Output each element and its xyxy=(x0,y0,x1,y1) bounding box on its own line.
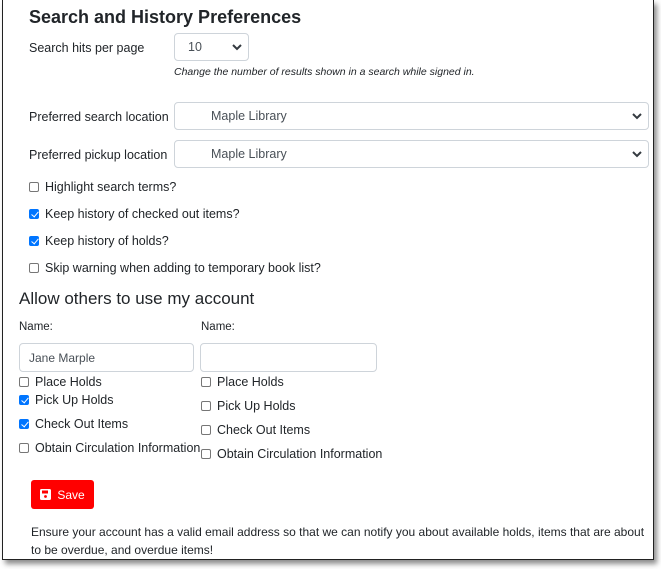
option-keep-holds-history[interactable]: Keep history of holds? xyxy=(29,234,169,248)
proxy-1-name-value: Jane Marple xyxy=(29,350,96,365)
permission-label: Pick Up Holds xyxy=(35,393,114,407)
hits-per-page-label: Search hits per page xyxy=(29,41,145,55)
pickup-location-label: Preferred pickup location xyxy=(29,148,168,162)
proxy-2-check-out-items[interactable]: Check Out Items xyxy=(201,423,310,437)
permission-label: Check Out Items xyxy=(35,417,129,431)
proxy-2-place-holds[interactable]: Place Holds xyxy=(201,375,284,389)
search-location-select[interactable]: Maple Library xyxy=(174,102,649,130)
permission-label: Place Holds xyxy=(35,375,102,389)
checkbox[interactable] xyxy=(29,182,39,192)
pickup-location-select[interactable]: Maple Library xyxy=(174,140,649,168)
chevron-down-icon xyxy=(232,44,242,51)
preferences-panel: Search and History Preferences Search hi… xyxy=(2,0,654,560)
checkbox[interactable] xyxy=(19,377,29,387)
save-button[interactable]: Save xyxy=(31,480,94,509)
proxy-1-place-holds[interactable]: Place Holds xyxy=(19,375,102,389)
chevron-down-icon xyxy=(632,113,642,120)
checkbox[interactable] xyxy=(29,263,39,273)
section-title: Search and History Preferences xyxy=(29,7,302,27)
chevron-down-icon xyxy=(632,151,642,158)
proxy-1-obtain-circ-info[interactable]: Obtain Circulation Information xyxy=(19,441,200,455)
checkbox[interactable] xyxy=(201,425,211,435)
proxy-2-obtain-circ-info[interactable]: Obtain Circulation Information xyxy=(201,447,382,461)
checkbox[interactable] xyxy=(201,401,211,411)
checkbox[interactable] xyxy=(19,419,29,429)
option-highlight-search-terms[interactable]: Highlight search terms? xyxy=(29,180,176,194)
permission-label: Obtain Circulation Information xyxy=(35,441,201,455)
option-label: Keep history of checked out items? xyxy=(45,207,240,221)
permission-label: Obtain Circulation Information xyxy=(217,447,383,461)
hits-per-page-value: 10 xyxy=(188,40,202,54)
proxy-1-pick-up-holds[interactable]: Pick Up Holds xyxy=(19,393,114,407)
hits-per-page-select[interactable]: 10 xyxy=(174,33,249,61)
permission-label: Place Holds xyxy=(217,375,284,389)
save-button-label: Save xyxy=(57,487,85,502)
option-label: Skip warning when adding to temporary bo… xyxy=(45,261,321,275)
checkbox[interactable] xyxy=(29,236,39,246)
proxy-2-pick-up-holds[interactable]: Pick Up Holds xyxy=(201,399,296,413)
permission-label: Check Out Items xyxy=(217,423,311,437)
option-keep-checkout-history[interactable]: Keep history of checked out items? xyxy=(29,207,240,221)
checkbox[interactable] xyxy=(201,377,211,387)
proxy-1-name-input[interactable]: Jane Marple xyxy=(19,343,194,372)
proxy-1-name-label: Name: xyxy=(19,321,53,333)
option-label: Keep history of holds? xyxy=(45,234,169,248)
search-location-value: Maple Library xyxy=(211,109,287,123)
search-location-label: Preferred search location xyxy=(29,110,169,124)
checkbox[interactable] xyxy=(19,443,29,453)
email-notice: Ensure your account has a valid email ad… xyxy=(31,525,645,557)
proxy-2-name-label: Name: xyxy=(201,321,235,333)
checkbox[interactable] xyxy=(29,209,39,219)
floppy-disk-icon xyxy=(40,489,52,500)
proxy-section-title: Allow others to use my account xyxy=(19,289,255,308)
hits-per-page-help: Change the number of results shown in a … xyxy=(174,66,475,78)
proxy-1-check-out-items[interactable]: Check Out Items xyxy=(19,417,128,431)
permission-label: Pick Up Holds xyxy=(217,399,296,413)
checkbox[interactable] xyxy=(19,395,29,405)
proxy-2-name-input[interactable] xyxy=(200,343,377,372)
checkbox[interactable] xyxy=(201,449,211,459)
option-skip-temp-list-warning[interactable]: Skip warning when adding to temporary bo… xyxy=(29,261,321,275)
pickup-location-value: Maple Library xyxy=(211,147,287,161)
option-label: Highlight search terms? xyxy=(45,180,177,194)
